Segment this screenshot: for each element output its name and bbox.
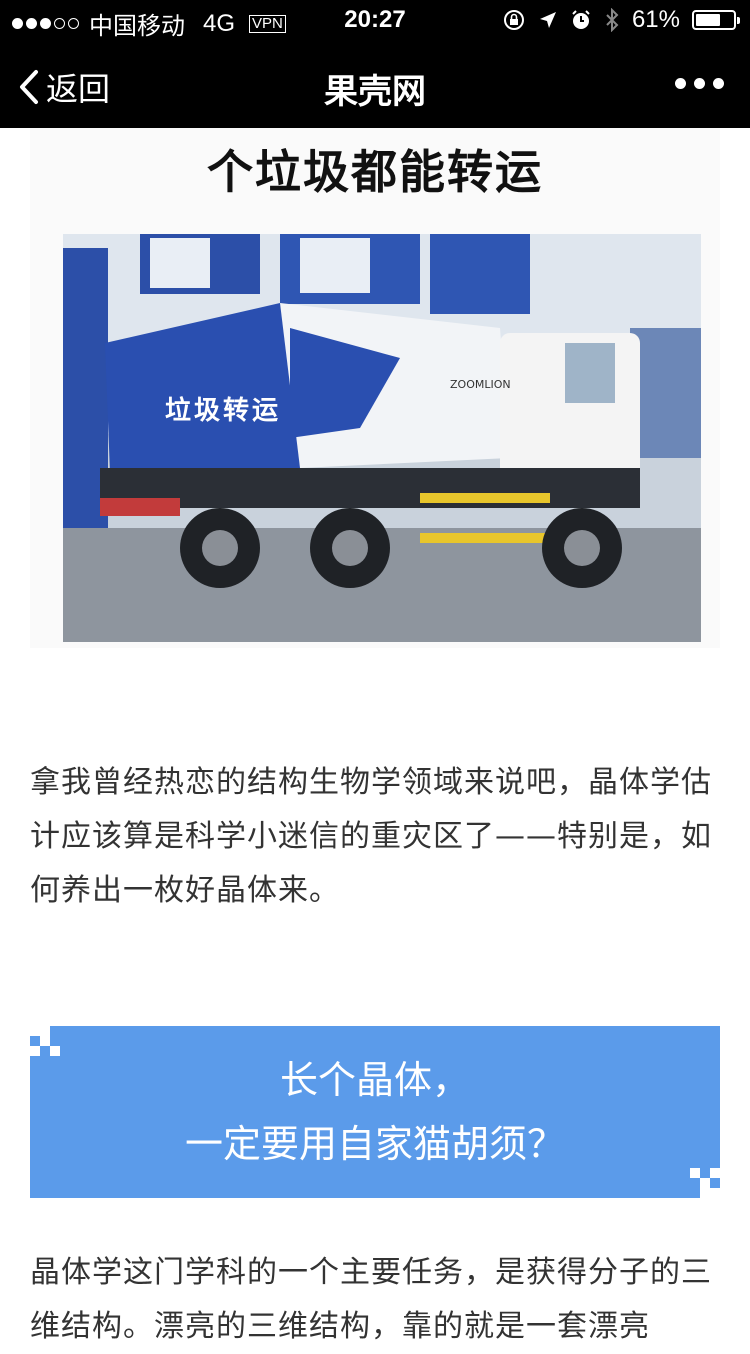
page-title: 果壳网 [324, 72, 426, 112]
article-paragraph: 晶体学这门学科的一个主要任务，是获得分子的三维结构。漂亮的三维结构，靠的就是一套… [30, 1255, 712, 1344]
rotation-lock-icon [503, 10, 524, 30]
section-heading-line1: 长个晶体， [279, 1058, 470, 1102]
section-heading-line2: 一定要用自家猫胡须？ [184, 1122, 565, 1166]
location-arrow-icon [539, 12, 556, 28]
article-image[interactable]: 个垃圾都能转运 垃圾转运 ZOOMLION [30, 128, 720, 648]
bluetooth-icon [606, 8, 619, 32]
battery-percent: 61% [631, 6, 680, 33]
section-heading-box: 长个晶体， 一定要用自家猫胡须？ [30, 1026, 720, 1198]
nav-bar: 返回 果壳网 [0, 40, 750, 128]
status-bar: 中国移动 4G VPN 20:27 61% [0, 0, 750, 40]
truck-side-text: 垃圾转运 [165, 396, 282, 426]
alarm-clock-icon [572, 10, 590, 29]
truck-brand-text: ZOOMLION [450, 378, 511, 391]
battery-icon [692, 10, 740, 30]
garbage-truck-photo [63, 234, 701, 642]
more-options-button[interactable] [675, 78, 724, 89]
article-paragraph: 拿我曾经热恋的结构生物学领域来说吧，晶体学估计应该算是科学小迷信的重灾区了——特… [30, 765, 712, 908]
